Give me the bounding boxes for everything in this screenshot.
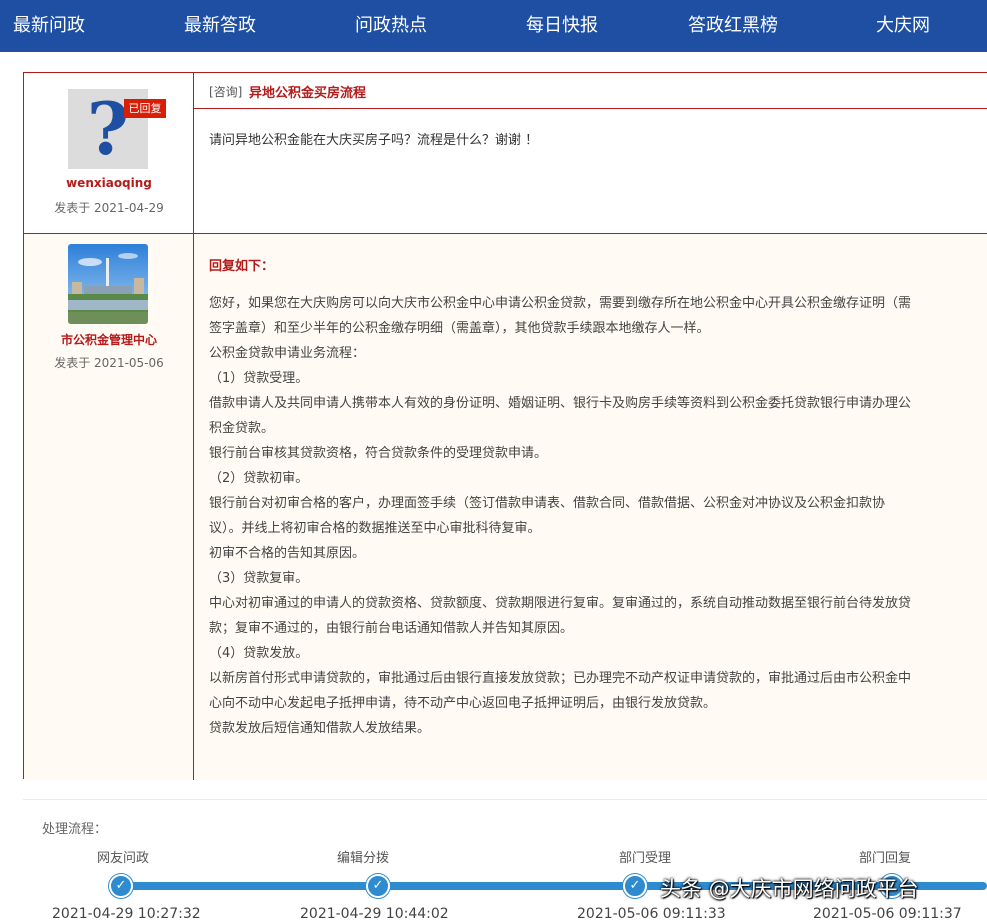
step-name: 部门回复 [859,851,912,866]
reply-line: （1）贷款受理。 [209,371,309,386]
reply-line: 款；复审不通过的，由银行前台电话通知借款人并告知其原因。 [209,621,574,636]
nav-daqing-site[interactable]: 大庆网 [876,0,930,52]
watermark: 头条 @大庆市网络问政平台 [660,877,919,901]
reply-line: 心向不动中心发起电子抵押申请，待不动产中心返回电子抵押证明后，由银行发放贷款。 [209,696,717,711]
question-author-panel: ? 已回复 wenxiaoqing 发表于 2021-04-29 [24,73,194,234]
org-avatar [68,244,148,324]
thread-card: ? 已回复 wenxiaoqing 发表于 2021-04-29 [咨询] 异地… [23,72,987,780]
question-title: 异地公积金买房流程 [249,86,367,101]
city-square-image [68,244,148,324]
section-divider [23,799,987,800]
reply-line: 银行前台对初审合格的客户，办理面签手续（签订借款申请表、借款合同、借款借据、公积… [209,496,886,511]
question-body: 请问异地公积金能在大庆买房子吗？流程是什么？谢谢 ！ [209,133,539,148]
check-icon: ✓ [623,874,647,898]
process-label: 处理流程： [42,822,108,837]
reply-line: 银行前台审核其贷款资格，符合贷款条件的受理贷款申请。 [209,446,548,461]
status-badge: 已回复 [124,99,166,118]
reply-line: （2）贷款初审。 [209,471,309,486]
reply-line: 公积金贷款申请业务流程： [209,346,366,361]
org-name[interactable]: 市公积金管理中心 [24,331,194,348]
reply-line: 中心对初审通过的申请人的贷款资格、贷款额度、贷款期限进行复审。复审通过的，系统自… [209,596,912,611]
author-name[interactable]: wenxiaoqing [24,176,194,190]
step-time: 2021-05-06 09:11:33 [577,906,726,922]
nav-hot-topics[interactable]: 问政热点 [355,0,427,52]
step-time: 2021-04-29 10:27:32 [52,906,201,922]
question-date: 发表于 2021-04-29 [54,201,164,215]
reply-line: 签字盖章）和至少半年的公积金缴存明细（需盖章），其他贷款手续跟本地缴存人一样。 [209,321,710,336]
reply-line: 借款申请人及共同申请人携带本人有效的身份证明、婚姻证明、银行卡及购房手续等资料到… [209,396,912,411]
reply-date: 发表于 2021-05-06 [54,356,164,370]
nav-latest-answers[interactable]: 最新答政 [184,0,256,52]
step-time: 2021-04-29 10:44:02 [300,906,449,922]
reply-line: 积金贷款。 [209,421,275,436]
nav-red-black-list[interactable]: 答政红黑榜 [688,0,778,52]
top-nav: 最新问政 最新答政 问政热点 每日快报 答政红黑榜 大庆网 [0,0,987,52]
reply-panel: 回复如下： 您好，如果您在大庆购房可以向大庆市公积金中心申请公积金贷款，需要到缴… [194,234,987,780]
nav-latest-questions[interactable]: 最新问政 [13,0,85,52]
reply-line: 贷款发放后短信通知借款人发放结果。 [209,721,431,736]
question-category-tag: [咨询] [209,85,243,99]
reply-line: 您好，如果您在大庆购房可以向大庆市公积金中心申请公积金贷款，需要到缴存所在地公积… [209,296,912,311]
reply-line: 初审不合格的告知其原因。 [209,546,366,561]
reply-author-panel: 市公积金管理中心 发表于 2021-05-06 [24,234,194,780]
reply-line: 议）。并线上将初审合格的数据推送至中心审批科待复审。 [209,521,541,536]
step-name: 部门受理 [619,851,672,866]
check-icon: ✓ [109,874,133,898]
reply-line: 以新房首付形式申请贷款的，审批通过后由银行直接发放贷款；已办理完不动产权证申请贷… [209,671,912,686]
step-name: 编辑分拨 [337,851,390,866]
question-title-bar: [咨询] 异地公积金买房流程 [194,73,987,109]
reply-heading: 回复如下： [209,259,275,274]
reply-line: （3）贷款复审。 [209,571,309,586]
step-time: 2021-05-06 09:11:37 [813,906,962,922]
question-panel: [咨询] 异地公积金买房流程 请问异地公积金能在大庆买房子吗？流程是什么？谢谢 … [194,73,987,234]
nav-daily-report[interactable]: 每日快报 [526,0,598,52]
reply-line: （4）贷款发放。 [209,646,309,661]
check-icon: ✓ [366,874,390,898]
step-name: 网友问政 [97,851,150,866]
